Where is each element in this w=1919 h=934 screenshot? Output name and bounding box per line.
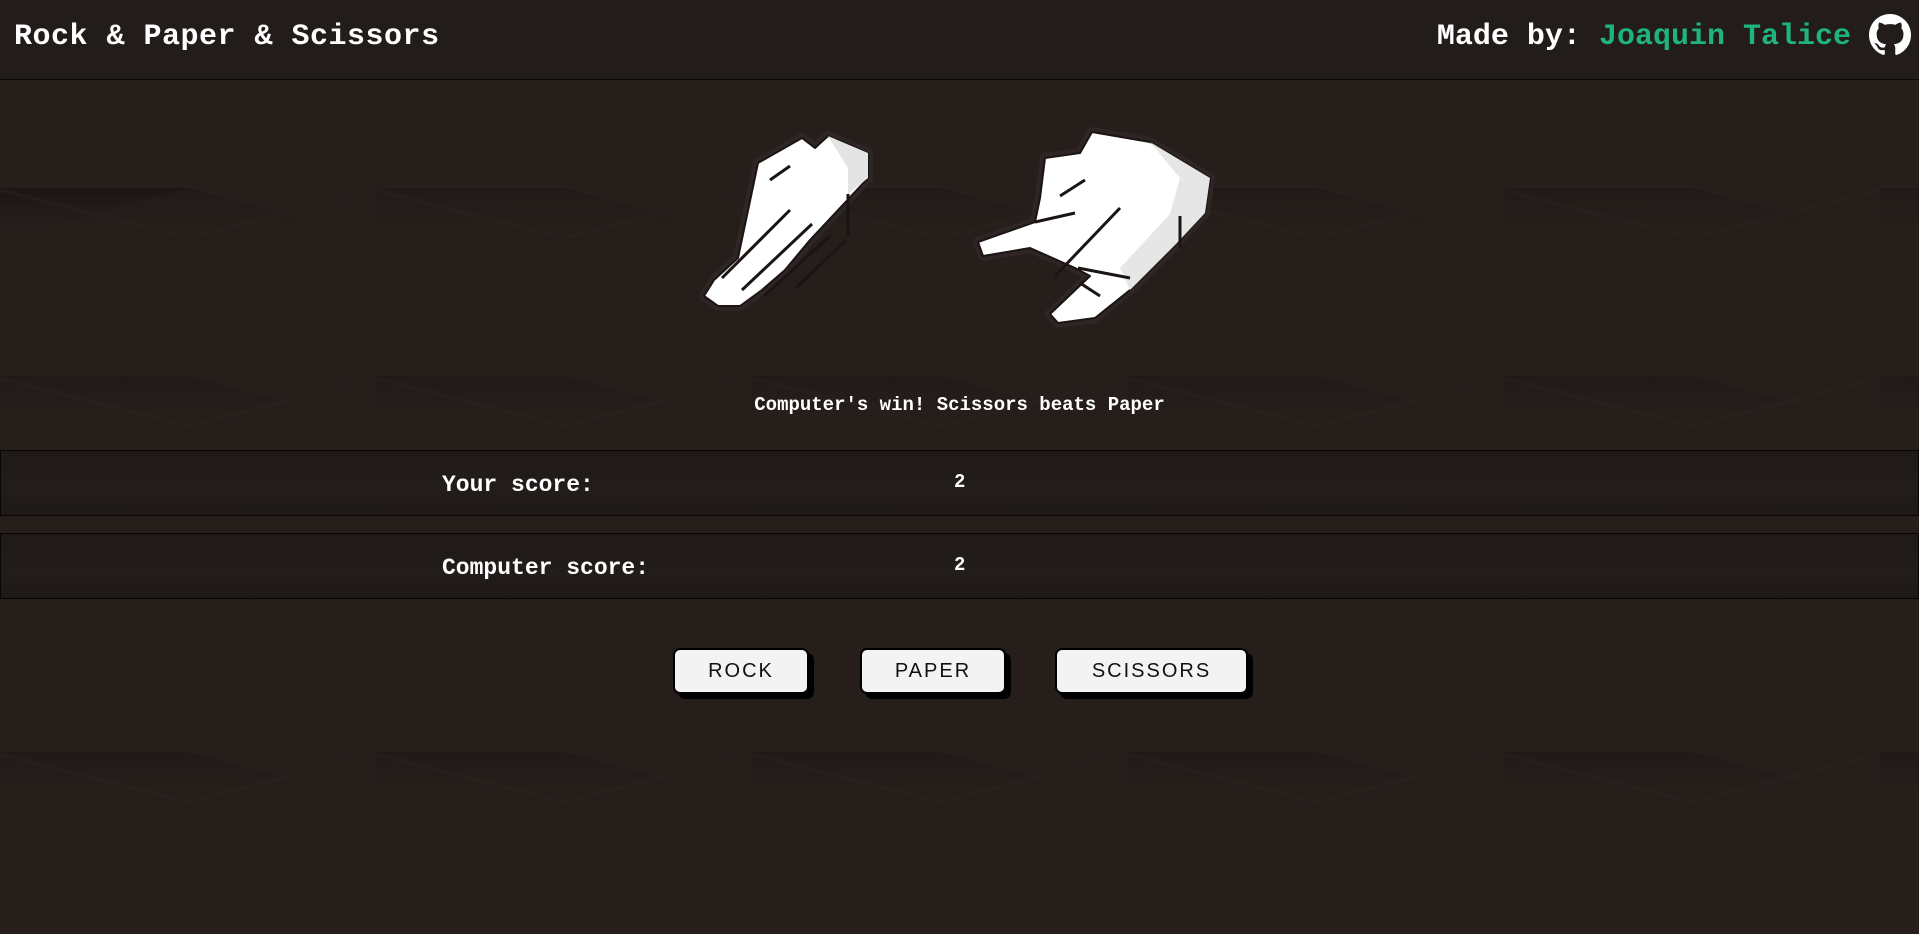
made-by-label: Made by: [1436,20,1581,54]
paper-button[interactable]: PAPER [860,648,1006,694]
player-score-value: 2 [954,471,966,493]
hands-display [699,118,1220,338]
scissors-hand-icon [973,127,1215,328]
app-title: Rock & Paper & Scissors [14,20,440,54]
scissors-button[interactable]: SCISSORS [1055,648,1248,694]
player-score-row: Your score: 2 [0,450,1919,516]
player-score-label: Your score: [442,472,594,498]
author-link[interactable]: Joaquin Talice [1599,20,1851,54]
app-header: Rock & Paper & Scissors Made by: Joaquin… [0,0,1919,80]
author-credit: Made by: Joaquin Talice [1437,20,1851,54]
paper-hand-icon [699,131,873,311]
github-icon[interactable] [1869,14,1911,56]
rock-button[interactable]: ROCK [673,648,809,694]
computer-score-row: Computer score: 2 [0,533,1919,599]
computer-score-label: Computer score: [442,555,650,581]
computer-score-value: 2 [954,554,966,576]
result-message: Computer's win! Scissors beats Paper [754,394,1165,416]
